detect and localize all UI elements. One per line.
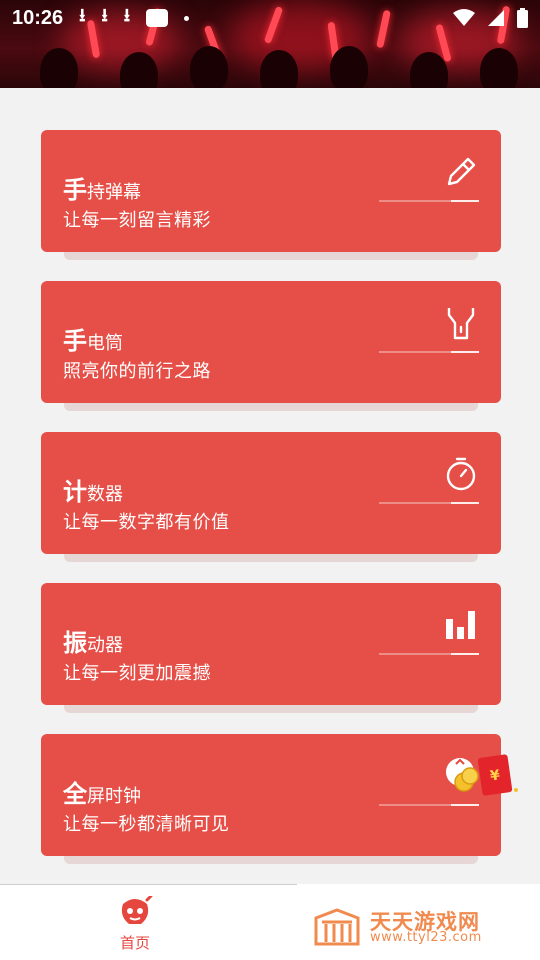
notification-box-icon — [146, 9, 169, 27]
card-subtitle: 让每一秒都清晰可见 — [63, 814, 230, 835]
tab-home[interactable]: 首页 — [100, 894, 170, 956]
home-mascot-icon — [121, 894, 153, 924]
card-title-first-char: 振 — [63, 629, 87, 657]
download-icon: ⭳ — [101, 5, 108, 26]
watermark-logo-icon — [314, 908, 360, 946]
download-icon: ⭳ — [123, 5, 131, 26]
card-title-first-char: 全 — [63, 780, 87, 808]
card-title: 手 电筒 — [63, 321, 123, 356]
card-subtitle: 让每一数字都有价值 — [63, 512, 230, 533]
card-title-first-char: 计 — [63, 478, 87, 506]
card-subtitle: 让每一刻更加震撼 — [63, 663, 211, 684]
red-envelope-reward-icon[interactable]: ¥ — [444, 752, 524, 800]
card-fullscreen-clock[interactable]: 全 屏时钟 让每一秒都清晰可见 — [41, 734, 501, 856]
card-title: 手 持弹幕 — [63, 170, 141, 205]
card-title-rest: 数器 — [87, 484, 123, 505]
app-screen: 10:26 ⭳ ⭳ ⭳ 手 持弹幕 让每一刻留言精彩 手 电筒 照亮你的前行之路… — [0, 0, 540, 960]
status-time: 10:26 — [12, 6, 64, 29]
card-subtitle: 让每一刻留言精彩 — [63, 210, 211, 231]
card-title: 振 动器 — [63, 623, 123, 658]
flashlight-icon — [447, 308, 475, 340]
wifi-icon — [453, 9, 475, 26]
card-divider — [379, 351, 479, 353]
card-title: 全 屏时钟 — [63, 774, 141, 809]
card-flashlight[interactable]: 手 电筒 照亮你的前行之路 — [41, 281, 501, 403]
card-title-rest: 持弹幕 — [87, 182, 141, 203]
card-title-rest: 动器 — [87, 635, 123, 656]
card-title-first-char: 手 — [63, 176, 87, 204]
card-divider — [379, 804, 479, 806]
download-icon: ⭳ — [79, 5, 86, 26]
card-vibrator[interactable]: 振 动器 让每一刻更加震撼 — [41, 583, 501, 705]
card-title-first-char: 手 — [63, 327, 87, 355]
card-divider — [379, 502, 479, 504]
status-bar: 10:26 ⭳ ⭳ ⭳ — [0, 0, 540, 36]
signal-icon — [488, 10, 504, 26]
battery-icon — [517, 8, 528, 28]
watermark: 天天游戏网 www.ttyl23.com — [312, 906, 512, 950]
card-counter[interactable]: 计 数器 让每一数字都有价值 — [41, 432, 501, 554]
stopwatch-icon — [446, 457, 476, 491]
pencil-icon — [447, 157, 476, 186]
card-divider — [379, 200, 479, 202]
card-title: 计 数器 — [63, 472, 123, 507]
card-subtitle: 照亮你的前行之路 — [63, 361, 211, 382]
card-title-rest: 电筒 — [87, 333, 123, 354]
card-divider — [379, 653, 479, 655]
tab-home-label: 首页 — [119, 934, 150, 952]
card-handheld-barrage[interactable]: 手 持弹幕 让每一刻留言精彩 — [41, 130, 501, 252]
bar-chart-icon — [446, 611, 475, 639]
card-title-rest: 屏时钟 — [87, 786, 141, 807]
dot-icon — [184, 15, 190, 21]
watermark-url: www.ttyl23.com — [370, 930, 482, 945]
